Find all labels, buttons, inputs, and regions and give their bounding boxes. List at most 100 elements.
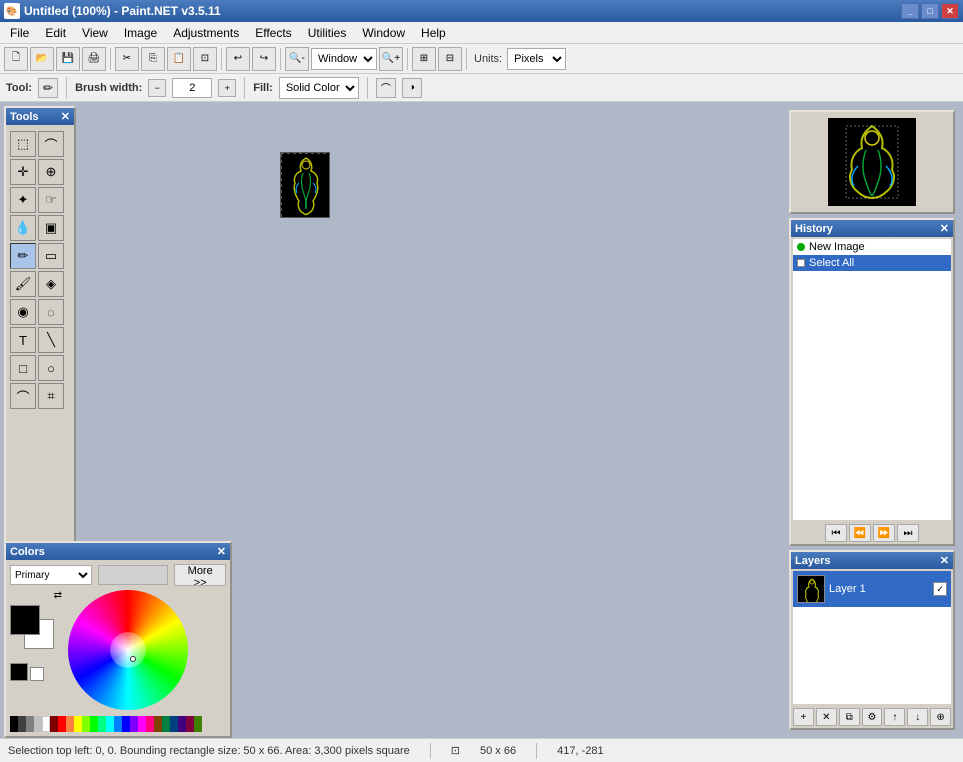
palette-blue[interactable] [122, 716, 130, 732]
pencil-tool[interactable]: ✏ [10, 243, 36, 269]
fill-select[interactable]: Solid Color No Fill Outline [279, 77, 359, 99]
undo-button[interactable]: ↩ [226, 47, 250, 71]
canvas-image[interactable] [280, 152, 330, 218]
layer-duplicate-btn[interactable]: ⧉ [839, 708, 860, 726]
save-button[interactable]: 💾 [56, 47, 80, 71]
maximize-button[interactable]: □ [921, 3, 939, 19]
color-wheel-container[interactable] [68, 590, 188, 710]
units-select[interactable]: Pixels Inches [507, 48, 566, 70]
palette-cyan[interactable] [106, 716, 114, 732]
zoom-select[interactable]: Window 100% 200% [311, 48, 377, 70]
palette-yellow-green[interactable] [82, 716, 90, 732]
minimize-button[interactable]: _ [901, 3, 919, 19]
palette-navy[interactable] [170, 716, 178, 732]
pan-tool[interactable]: ☞ [38, 187, 64, 213]
magic-wand-tool[interactable]: ✦ [10, 187, 36, 213]
brush-width-input[interactable] [172, 78, 212, 98]
color-picker-tool[interactable]: 💧 [10, 215, 36, 241]
layer-merge-btn[interactable]: ⊕ [930, 708, 951, 726]
tools-panel-close[interactable]: ✕ [61, 110, 70, 123]
palette-rose[interactable] [146, 716, 154, 732]
layer-item-1[interactable]: Layer 1 ✓ [793, 571, 951, 607]
menu-file[interactable]: File [2, 22, 37, 44]
move-tool[interactable]: ✛ [10, 159, 36, 185]
grid-button[interactable]: ⊞ [412, 47, 436, 71]
paste-button[interactable]: 📋 [167, 47, 191, 71]
palette-violet[interactable] [130, 716, 138, 732]
palette-silver[interactable] [34, 716, 42, 732]
palette-maroon[interactable] [50, 716, 58, 732]
layer-up-btn[interactable]: ↑ [884, 708, 905, 726]
text-tool[interactable]: T [10, 327, 36, 353]
zoom-tool[interactable]: ⊕ [38, 159, 64, 185]
layers-close[interactable]: ✕ [940, 554, 949, 567]
paintbrush-tool[interactable]: 🖌 [10, 271, 36, 297]
menu-edit[interactable]: Edit [37, 22, 74, 44]
menu-view[interactable]: View [74, 22, 116, 44]
history-close[interactable]: ✕ [940, 222, 949, 235]
more-colors-button[interactable]: More >> [174, 564, 226, 586]
cut-button[interactable]: ✂ [115, 47, 139, 71]
freeform-shape-tool[interactable]: ⌒ [10, 383, 36, 409]
color-wheel[interactable] [68, 590, 188, 710]
print-button[interactable]: 🖨 [82, 47, 106, 71]
palette-forest-green[interactable] [162, 716, 170, 732]
open-button[interactable]: 📂 [30, 47, 54, 71]
palette-white[interactable] [42, 716, 50, 732]
crop-button[interactable]: ⊡ [193, 47, 217, 71]
brush-width-decrease[interactable]: − [148, 79, 166, 97]
palette-yellow[interactable] [74, 716, 82, 732]
brush-width-increase[interactable]: + [218, 79, 236, 97]
palette-green[interactable] [90, 716, 98, 732]
palette-olive[interactable] [194, 716, 202, 732]
menu-help[interactable]: Help [413, 22, 454, 44]
history-last-btn[interactable]: ⏭ [897, 524, 919, 542]
menu-adjustments[interactable]: Adjustments [165, 22, 247, 44]
rulers-button[interactable]: ⊟ [438, 47, 462, 71]
zoom-in-btn[interactable]: 🔍+ [379, 47, 403, 71]
palette-azure[interactable] [114, 716, 122, 732]
history-item-new-image[interactable]: New Image [793, 239, 951, 255]
palette-orange[interactable] [66, 716, 74, 732]
antialiasing-btn[interactable]: ⌒ [376, 78, 396, 98]
palette-indigo[interactable] [178, 716, 186, 732]
clone-stamp-tool[interactable]: ◈ [38, 271, 64, 297]
layer-add-btn[interactable]: + [793, 708, 814, 726]
layer-down-btn[interactable]: ↓ [907, 708, 928, 726]
primary-color-swatch[interactable] [10, 605, 40, 635]
swap-colors-icon[interactable]: ⇄ [54, 590, 62, 601]
menu-image[interactable]: Image [116, 22, 165, 44]
layer-visible-1[interactable]: ✓ [933, 582, 947, 596]
new-button[interactable]: 🗋 [4, 47, 28, 71]
shapes-rect-tool[interactable]: □ [10, 355, 36, 381]
shapes-ellipse-tool[interactable]: ○ [38, 355, 64, 381]
alpha-blending-btn[interactable]: ◑ [402, 78, 422, 98]
history-item-select-all[interactable]: Select All [793, 255, 951, 271]
color-hex-input[interactable] [98, 565, 168, 585]
recolor-tool[interactable]: ◉ [10, 299, 36, 325]
current-tool-icon[interactable]: ✏ [38, 78, 58, 98]
paint-bucket-tool[interactable]: ▣ [38, 215, 64, 241]
copy-button[interactable]: ⎘ [141, 47, 165, 71]
eraser-tool[interactable]: ▭ [38, 243, 64, 269]
history-redo-btn[interactable]: ⏩ [873, 524, 895, 542]
redo-button[interactable]: ↪ [252, 47, 276, 71]
rectangle-select-tool[interactable]: ⬚ [10, 131, 36, 157]
bg-color-indicator[interactable] [30, 667, 44, 681]
palette-black[interactable] [10, 716, 18, 732]
poly-select-tool[interactable]: ⌗ [38, 383, 64, 409]
lasso-select-tool[interactable]: ⌒ [38, 131, 64, 157]
layer-delete-btn[interactable]: ✕ [816, 708, 837, 726]
menu-window[interactable]: Window [354, 22, 413, 44]
palette-crimson[interactable] [186, 716, 194, 732]
history-first-btn[interactable]: ⏮ [825, 524, 847, 542]
menu-effects[interactable]: Effects [247, 22, 299, 44]
palette-red[interactable] [58, 716, 66, 732]
zoom-out-btn[interactable]: 🔍- [285, 47, 309, 71]
palette-magenta[interactable] [138, 716, 146, 732]
smudge-tool[interactable]: ◌ [38, 299, 64, 325]
palette-brown[interactable] [154, 716, 162, 732]
palette-gray[interactable] [26, 716, 34, 732]
primary-secondary-select[interactable]: Primary Secondary [10, 565, 92, 585]
palette-spring-green[interactable] [98, 716, 106, 732]
